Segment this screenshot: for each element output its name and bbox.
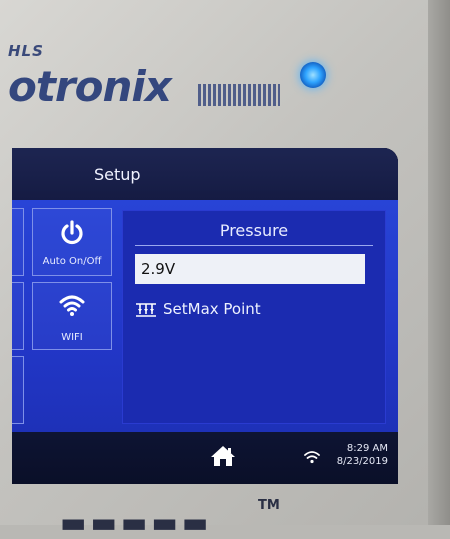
panel-title: Pressure xyxy=(219,221,289,240)
home-button[interactable] xyxy=(210,444,236,472)
home-icon xyxy=(211,446,235,466)
tile-partial[interactable] xyxy=(12,282,24,350)
bezel-edge xyxy=(428,0,450,525)
wifi-status-icon xyxy=(304,449,320,468)
clock: 8:29 AM 8/23/2019 xyxy=(337,442,388,468)
power-icon xyxy=(33,219,111,251)
title-bar: Setup xyxy=(12,148,398,200)
panel-divider xyxy=(135,245,373,246)
wifi-icon xyxy=(33,291,111,323)
content-area: Auto On/Off WIFI Pressure 2.9V SetMax Po… xyxy=(12,200,398,432)
clock-time: 8:29 AM xyxy=(346,443,388,454)
wifi-button[interactable]: WIFI xyxy=(32,282,112,350)
brand-logo-bars xyxy=(198,84,280,106)
pressure-panel: Pressure 2.9V SetMax Point xyxy=(122,210,386,424)
trademark-mark: TM xyxy=(258,498,280,513)
auto-on-off-label: Auto On/Off xyxy=(42,256,102,267)
auto-on-off-button[interactable]: Auto On/Off xyxy=(32,208,112,276)
setmax-point-label: SetMax Point xyxy=(163,300,261,318)
status-bar: 8:29 AM 8/23/2019 xyxy=(12,432,398,484)
page-title: Setup xyxy=(94,165,141,184)
clock-date: 8/23/2019 xyxy=(336,456,388,467)
wifi-label: WIFI xyxy=(61,332,83,343)
setmax-point-button[interactable]: SetMax Point xyxy=(135,300,261,319)
brand-logo-text: otronix xyxy=(8,62,172,111)
status-led xyxy=(300,62,326,88)
adjust-icon xyxy=(136,302,156,317)
touchscreen: Setup Auto On/Off WIFI Pressure 2.9V Set… xyxy=(12,148,398,484)
tile-partial[interactable] xyxy=(12,356,24,424)
brand-small-text: HLS xyxy=(8,42,44,60)
bottom-brand-fragment: ▬▬▬▬▬ xyxy=(60,506,213,539)
pressure-value-field[interactable]: 2.9V xyxy=(135,254,365,284)
tile-partial[interactable] xyxy=(12,208,24,276)
